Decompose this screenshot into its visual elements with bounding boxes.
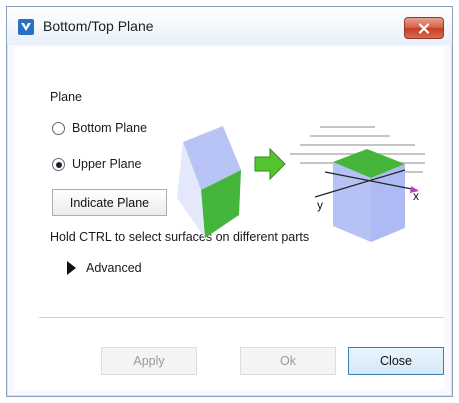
footer-separator <box>39 317 444 318</box>
advanced-toggle[interactable]: Advanced <box>86 261 142 275</box>
bottom-plane-label[interactable]: Bottom Plane <box>72 121 147 135</box>
apply-button[interactable]: Apply <box>101 347 197 375</box>
indicate-plane-button[interactable]: Indicate Plane <box>52 189 167 216</box>
dialog-window: Bottom/Top Plane Plane Bottom Plane Uppe… <box>6 6 453 397</box>
upper-plane-label[interactable]: Upper Plane <box>72 157 142 171</box>
close-button[interactable]: Close <box>348 347 444 375</box>
close-label: Close <box>380 354 412 368</box>
upper-plane-radio[interactable] <box>52 158 65 171</box>
close-window-button[interactable] <box>404 17 444 39</box>
apply-label: Apply <box>133 354 165 368</box>
close-icon <box>418 22 430 34</box>
plane-heading: Plane <box>50 90 82 104</box>
radio-selected-dot <box>55 161 62 168</box>
upper-plane-cube-icon: y x <box>290 126 425 242</box>
expand-triangle-icon[interactable] <box>67 261 76 275</box>
axis-y-label: y <box>317 198 323 212</box>
ok-button[interactable]: Ok <box>240 347 336 375</box>
right-arrow-icon <box>254 147 286 181</box>
bottom-plane-radio[interactable] <box>52 122 65 135</box>
plane-illustration: y x <box>177 126 425 242</box>
app-logo-icon <box>18 19 34 35</box>
window-title: Bottom/Top Plane <box>43 18 154 34</box>
indicate-plane-label: Indicate Plane <box>69 195 150 210</box>
ok-label: Ok <box>280 354 296 368</box>
dialog-body: Plane Bottom Plane Upper Plane Indicate … <box>15 47 444 390</box>
title-bar[interactable]: Bottom/Top Plane <box>7 7 452 45</box>
tilted-cube-icon <box>177 126 241 238</box>
axis-x-label: x <box>413 189 419 203</box>
